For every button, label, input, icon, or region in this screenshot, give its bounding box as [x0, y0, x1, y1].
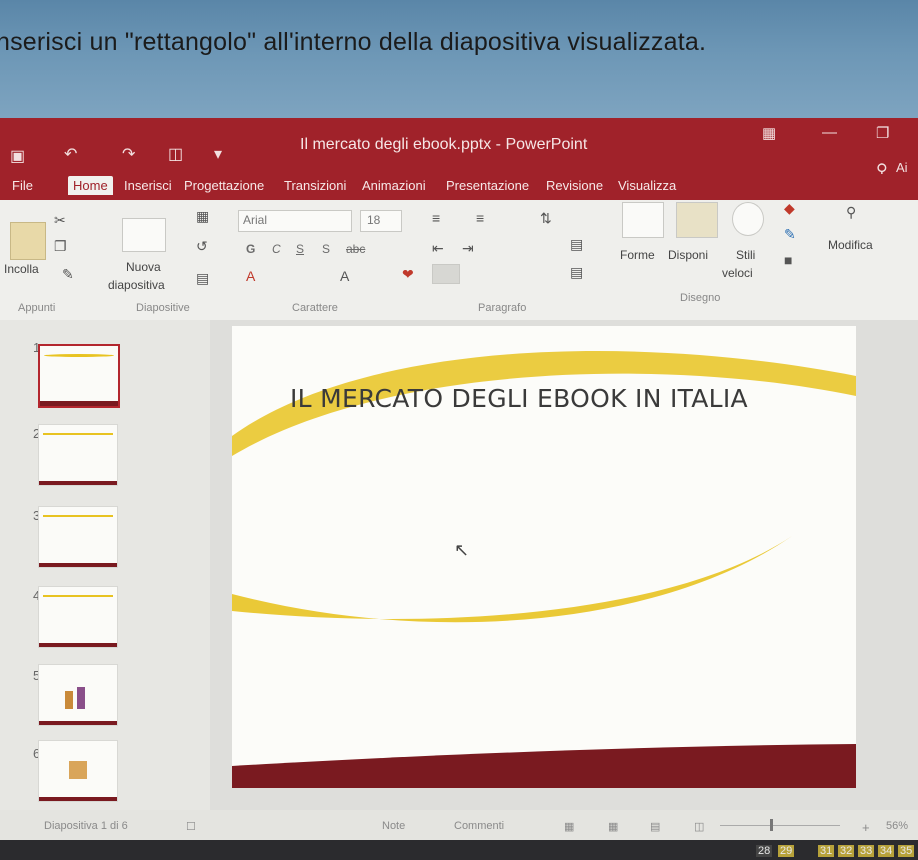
- numbering-icon[interactable]: ≡: [476, 210, 484, 226]
- arrange-label[interactable]: Disponi: [668, 248, 708, 262]
- taskbar-item[interactable]: 29: [778, 845, 795, 857]
- ribbon-display-icon[interactable]: ▦: [762, 124, 776, 142]
- font-size-box[interactable]: 18: [360, 210, 402, 232]
- justify-icon[interactable]: [432, 264, 460, 284]
- taskbar-item[interactable]: 35: [898, 845, 915, 857]
- layout-icon[interactable]: ▦: [196, 208, 209, 225]
- quick-styles-label[interactable]: Stili: [736, 248, 755, 262]
- new-slide-label[interactable]: Nuova: [126, 260, 161, 274]
- group-label-font: Carattere: [292, 302, 338, 314]
- zoom-in-icon[interactable]: +: [862, 820, 870, 835]
- editing-label[interactable]: Modifica: [828, 238, 873, 252]
- zoom-slider[interactable]: [720, 825, 840, 826]
- shape-fill-icon[interactable]: ◆: [784, 200, 795, 217]
- arrange-icon[interactable]: [676, 202, 718, 238]
- slide-thumbnail-4[interactable]: [38, 586, 118, 648]
- strikethrough-button[interactable]: abc: [346, 242, 365, 256]
- shapes-label[interactable]: Forme: [620, 248, 655, 262]
- taskbar-item[interactable]: 31: [818, 845, 835, 857]
- tab-inserisci[interactable]: Inserisci: [124, 178, 172, 193]
- slide-thumbnail-6[interactable]: [38, 740, 118, 802]
- taskbar-item[interactable]: 33: [858, 845, 875, 857]
- shadow-button[interactable]: S: [322, 242, 330, 256]
- shape-effects-icon[interactable]: ■: [784, 252, 792, 268]
- text-direction-icon[interactable]: ▤: [570, 236, 583, 253]
- slideshow-view-icon[interactable]: ◫: [694, 820, 704, 833]
- tab-animazioni[interactable]: Animazioni: [362, 178, 426, 193]
- slide-thumbnail-5[interactable]: [38, 664, 118, 726]
- tab-revisione[interactable]: Revisione: [546, 178, 603, 193]
- reset-icon[interactable]: ↺: [196, 238, 208, 255]
- paste-label[interactable]: Incolla: [4, 262, 39, 276]
- find-icon[interactable]: ⚲: [846, 204, 856, 221]
- tab-visualizza[interactable]: Visualizza: [618, 178, 676, 193]
- slide-thumbnail-1[interactable]: [38, 344, 120, 408]
- clear-format-icon[interactable]: ❤: [402, 266, 414, 283]
- comments-button[interactable]: Commenti: [454, 820, 504, 832]
- spellcheck-icon[interactable]: ☐: [186, 820, 196, 833]
- slide-thumbnail-3[interactable]: [38, 506, 118, 568]
- shapes-icon[interactable]: [622, 202, 664, 238]
- format-painter-icon[interactable]: ✎: [62, 266, 74, 283]
- align-text-icon[interactable]: ▤: [570, 264, 583, 281]
- taskbar-item[interactable]: 28: [756, 845, 773, 857]
- align-center-icon[interactable]: ⇥: [462, 240, 474, 257]
- zoom-level[interactable]: 56%: [886, 820, 908, 832]
- taskbar-item[interactable]: 32: [838, 845, 855, 857]
- font-name: Arial: [243, 213, 268, 227]
- group-label-slides: Diapositive: [136, 302, 190, 314]
- notes-button[interactable]: Note: [382, 820, 405, 832]
- slide-sorter-icon[interactable]: ▦: [608, 820, 618, 833]
- slideshow-icon[interactable]: ◫: [168, 144, 183, 164]
- italic-button[interactable]: C: [272, 242, 281, 256]
- quick-styles-label-2[interactable]: veloci: [722, 266, 753, 280]
- quick-styles-icon[interactable]: [732, 202, 764, 236]
- normal-view-icon[interactable]: ▦: [564, 820, 574, 833]
- tell-me-text[interactable]: Ai: [896, 160, 908, 175]
- redo-icon[interactable]: ↷: [122, 144, 135, 164]
- customize-toolbar-icon[interactable]: ▾: [214, 144, 222, 164]
- tab-progettazione[interactable]: Progettazione: [184, 178, 264, 193]
- align-left-icon[interactable]: ⇤: [432, 240, 444, 257]
- copy-icon[interactable]: ❐: [54, 238, 67, 255]
- increase-font-icon[interactable]: A: [340, 268, 349, 284]
- instruction-banner: nserisci un "rettangolo" all'interno del…: [0, 0, 918, 118]
- cut-icon[interactable]: ✂: [54, 212, 66, 229]
- mouse-cursor-icon: ↖: [454, 540, 470, 560]
- new-slide-label-2[interactable]: diapositiva: [108, 278, 165, 292]
- group-label-paragraph: Paragrafo: [478, 302, 527, 314]
- new-slide-icon[interactable]: [122, 218, 166, 252]
- zoom-slider-thumb[interactable]: [770, 819, 773, 831]
- undo-icon[interactable]: ↶: [64, 144, 77, 164]
- tab-presentazione[interactable]: Presentazione: [446, 178, 529, 193]
- font-name-box[interactable]: Arial: [238, 210, 352, 232]
- slide-canvas[interactable]: IL MERCATO DEGLI EBOOK IN ITALIA ↖: [232, 326, 856, 788]
- minimize-icon[interactable]: —: [822, 124, 837, 141]
- slide-thumbnail-2[interactable]: [38, 424, 118, 486]
- line-spacing-icon[interactable]: ⇅: [540, 210, 552, 227]
- bullets-icon[interactable]: ≡: [432, 210, 440, 226]
- instruction-text: nserisci un "rettangolo" all'interno del…: [0, 28, 707, 56]
- tab-home[interactable]: Home: [68, 176, 113, 195]
- slide-indicator: Diapositiva 1 di 6: [44, 820, 128, 832]
- maximize-icon[interactable]: ❐: [876, 124, 889, 142]
- font-size: 18: [367, 213, 381, 227]
- taskbar-item[interactable]: 34: [878, 845, 895, 857]
- section-icon[interactable]: ▤: [196, 270, 209, 287]
- group-label-clipboard: Appunti: [18, 302, 56, 314]
- shape-outline-icon[interactable]: ✎: [784, 226, 796, 243]
- tab-file[interactable]: File: [12, 178, 33, 193]
- tab-transizioni[interactable]: Transizioni: [284, 178, 346, 193]
- font-color-icon[interactable]: A: [246, 268, 255, 284]
- slide-title[interactable]: IL MERCATO DEGLI EBOOK IN ITALIA: [290, 384, 850, 413]
- underline-button[interactable]: S: [296, 242, 304, 256]
- group-label-drawing: Disegno: [680, 292, 721, 304]
- reading-view-icon[interactable]: ▤: [650, 820, 660, 833]
- paste-icon[interactable]: [10, 222, 46, 260]
- save-icon[interactable]: ▣: [10, 146, 25, 166]
- bold-button[interactable]: G: [246, 242, 255, 256]
- document-title: Il mercato degli ebook.pptx - PowerPoint: [300, 136, 588, 153]
